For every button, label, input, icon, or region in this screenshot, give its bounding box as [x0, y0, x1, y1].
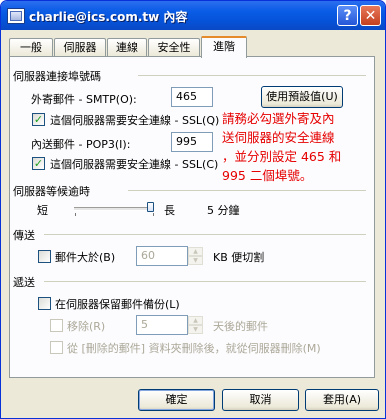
leave-copy-label[interactable]: 在伺服器保留郵件備份(L) [55, 296, 180, 312]
break-size-input[interactable]: 60 [136, 246, 188, 266]
close-button[interactable]: ✕ [360, 5, 381, 26]
smtp-port-input[interactable]: 465 [171, 87, 213, 107]
title-bar[interactable]: charlie@ics.com.tw 內容 ? ✕ [1, 1, 385, 30]
slider-tick [75, 213, 76, 216]
timeout-short-label: 短 [37, 204, 48, 217]
slider-tick [153, 213, 154, 216]
delivery-divider [44, 281, 366, 282]
sending-divider [44, 234, 366, 235]
timeout-heading: 伺服器等候逾時 [13, 185, 90, 198]
break-size-unit: KB 便切割 [213, 251, 265, 264]
remove-days-input[interactable]: 5 [136, 315, 188, 335]
pop3-ssl-label[interactable]: 這個伺服器需要安全連線 - SSL(C) [50, 156, 218, 172]
timeout-divider [128, 190, 366, 191]
use-defaults-button[interactable]: 使用預設值(U) [261, 86, 343, 108]
spin-down-icon[interactable]: ▼ [188, 256, 203, 265]
annotation-line: 送伺服器的安全連線 [222, 130, 335, 145]
delivery-heading: 遞送 [13, 276, 35, 289]
pop3-port-label: 內送郵件 - POP3(I): [31, 138, 131, 151]
break-size-spinner[interactable]: ▲ ▼ [188, 247, 203, 265]
smtp-ssl-label[interactable]: 這個伺服器需要安全連線 - SSL(Q) [50, 112, 219, 128]
annotation-line: 請務必勾選外寄及內 [222, 111, 335, 126]
annotation-note: 請務必勾選外寄及內 送伺服器的安全連線 ，並分別設定 465 和 995 二個埠… [222, 109, 341, 185]
sending-heading: 傳送 [13, 229, 35, 242]
ok-button[interactable]: 確定 [138, 389, 215, 411]
tab-general[interactable]: 一般 [9, 38, 53, 56]
break-messages-label[interactable]: 郵件大於(B) [55, 249, 115, 265]
slider-thumb[interactable] [147, 202, 154, 212]
slider-track [74, 207, 154, 211]
ports-heading: 伺服器連接埠號碼 [13, 70, 101, 83]
tab-security[interactable]: 安全性 [148, 38, 200, 56]
apply-button[interactable]: 套用(A) [305, 389, 379, 411]
window-title: charlie@ics.com.tw 內容 [29, 10, 188, 24]
annotation-line: 995 二個埠號。 [222, 168, 313, 183]
tab-advanced[interactable]: 進階 [201, 36, 247, 58]
help-button[interactable]: ? [337, 5, 358, 26]
advanced-panel: 伺服器連接埠號碼 外寄郵件 - SMTP(O): 465 使用預設值(U) ✓ … [9, 56, 375, 378]
cancel-button[interactable]: 取消 [222, 389, 299, 411]
tab-servers[interactable]: 伺服器 [54, 38, 106, 56]
ports-divider [138, 75, 366, 76]
pop3-ssl-checkbox[interactable]: ✓ [32, 157, 45, 170]
tab-connection[interactable]: 連線 [107, 38, 147, 56]
timeout-long-label: 長 [164, 204, 175, 217]
break-messages-checkbox[interactable] [38, 250, 51, 263]
remove-when-deleted-label[interactable]: 從 [刪除的郵件] 資料夾刪除後，就從伺服器刪除(M) [67, 340, 321, 356]
remove-when-deleted-checkbox[interactable] [50, 341, 63, 354]
annotation-line: ，並分別設定 465 和 [222, 149, 342, 164]
pop3-port-input[interactable]: 995 [171, 132, 213, 152]
remove-after-checkbox[interactable] [50, 319, 63, 332]
leave-copy-checkbox[interactable] [38, 297, 51, 310]
remove-days-unit: 天後的郵件 [213, 320, 268, 333]
smtp-ssl-checkbox[interactable]: ✓ [32, 113, 45, 126]
spin-up-icon[interactable]: ▲ [188, 316, 203, 325]
remove-days-spinner[interactable]: ▲ ▼ [188, 316, 203, 334]
spin-down-icon[interactable]: ▼ [188, 325, 203, 334]
smtp-port-label: 外寄郵件 - SMTP(O): [31, 93, 137, 106]
remove-after-label[interactable]: 移除(R) [67, 318, 105, 334]
properties-dialog: charlie@ics.com.tw 內容 ? ✕ 一般 伺服器 連線 安全性 … [0, 0, 386, 419]
account-icon [7, 8, 25, 24]
spin-up-icon[interactable]: ▲ [188, 247, 203, 256]
timeout-value: 5 分鐘 [207, 204, 240, 217]
